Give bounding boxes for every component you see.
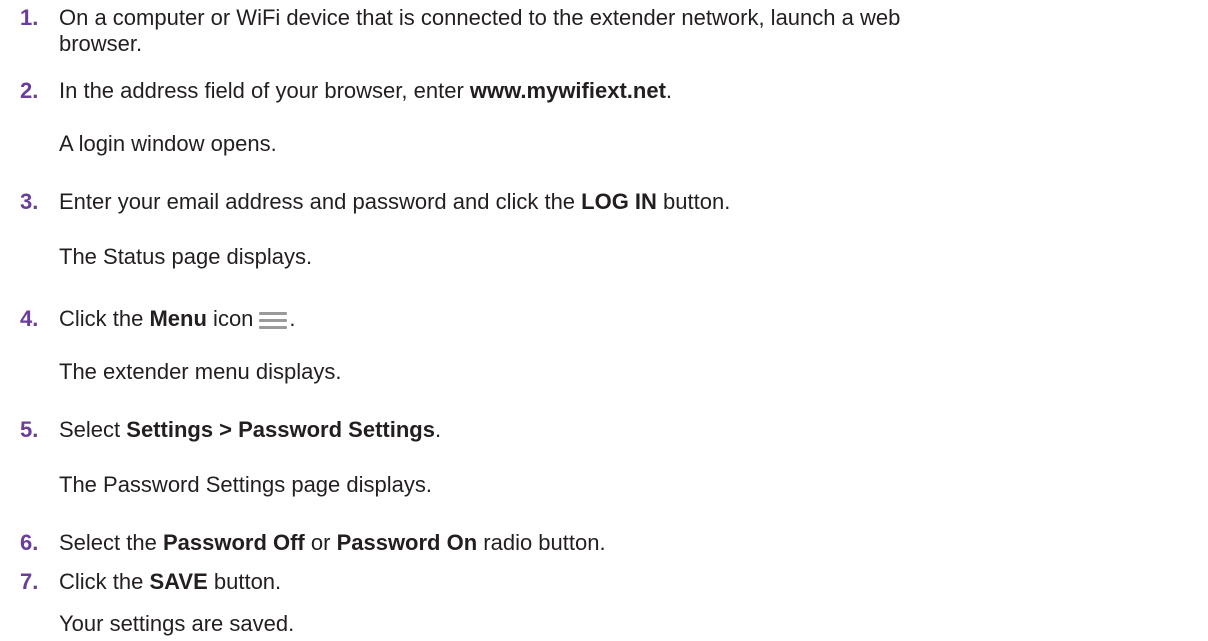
login-button-name: LOG IN: [581, 189, 657, 214]
step-4: 4. Click the Menu icon.: [0, 306, 296, 332]
save-button-name: SAVE: [149, 569, 208, 594]
step-text: Select Settings > Password Settings.: [59, 417, 441, 443]
step-text: Click the Menu icon.: [59, 306, 296, 332]
step-5-result: The Password Settings page displays.: [59, 472, 432, 497]
step-7: 7. Click the SAVE button.: [0, 569, 281, 595]
step-text-pre: Select the: [59, 530, 163, 555]
step-text-post: icon: [206, 306, 254, 331]
url-text: www.mywifiext.net: [469, 78, 666, 103]
step-text-period: .: [289, 306, 296, 331]
password-on-option: Password On: [336, 530, 478, 555]
step-text-post: radio button.: [477, 530, 606, 555]
step-number: 6.: [20, 530, 39, 555]
step-2: 2. In the address field of your browser,…: [0, 78, 672, 104]
step-7-result: Your settings are saved.: [59, 611, 295, 636]
step-text-pre: Select: [59, 417, 127, 442]
step-text-post: .: [665, 78, 673, 103]
step-text-post: button.: [656, 189, 731, 214]
step-number: 5.: [20, 417, 39, 442]
step-text: Select the Password Off or Password On r…: [59, 530, 606, 556]
step-text-post: button.: [207, 569, 282, 594]
step-2-result: A login window opens.: [59, 131, 277, 156]
step-1: 1. On a computer or WiFi device that is …: [0, 5, 900, 57]
document-page: 1. On a computer or WiFi device that is …: [0, 0, 1208, 641]
step-5: 5. Select Settings > Password Settings.: [0, 417, 441, 443]
step-3-result: The Status page displays.: [59, 244, 313, 269]
step-text: On a computer or WiFi device that is con…: [59, 5, 901, 30]
password-off-option: Password Off: [162, 530, 305, 555]
menu-name: Menu: [149, 306, 207, 331]
step-6: 6. Select the Password Off or Password O…: [0, 530, 606, 556]
step-number: 3.: [20, 189, 39, 214]
step-number: 4.: [20, 306, 39, 331]
step-text-post: .: [434, 417, 442, 442]
settings-path: Settings > Password Settings: [126, 417, 435, 442]
step-text-pre: Enter your email address and password an…: [59, 189, 582, 214]
step-text: Enter your email address and password an…: [59, 189, 730, 215]
step-text: Click the SAVE button.: [59, 569, 281, 595]
step-number: 1.: [20, 5, 39, 30]
step-text-pre: In the address field of your browser, en…: [59, 78, 470, 103]
step-text-mid: or: [304, 530, 337, 555]
step-number: 2.: [20, 78, 39, 103]
step-text-pre: Click the: [59, 306, 150, 331]
step-text: In the address field of your browser, en…: [59, 78, 672, 104]
step-number: 7.: [20, 569, 39, 594]
step-text-continued: browser.: [59, 31, 143, 56]
hamburger-menu-icon: [259, 309, 289, 329]
step-4-result: The extender menu displays.: [59, 359, 342, 384]
step-text-pre: Click the: [59, 569, 150, 594]
step-3: 3. Enter your email address and password…: [0, 189, 730, 215]
